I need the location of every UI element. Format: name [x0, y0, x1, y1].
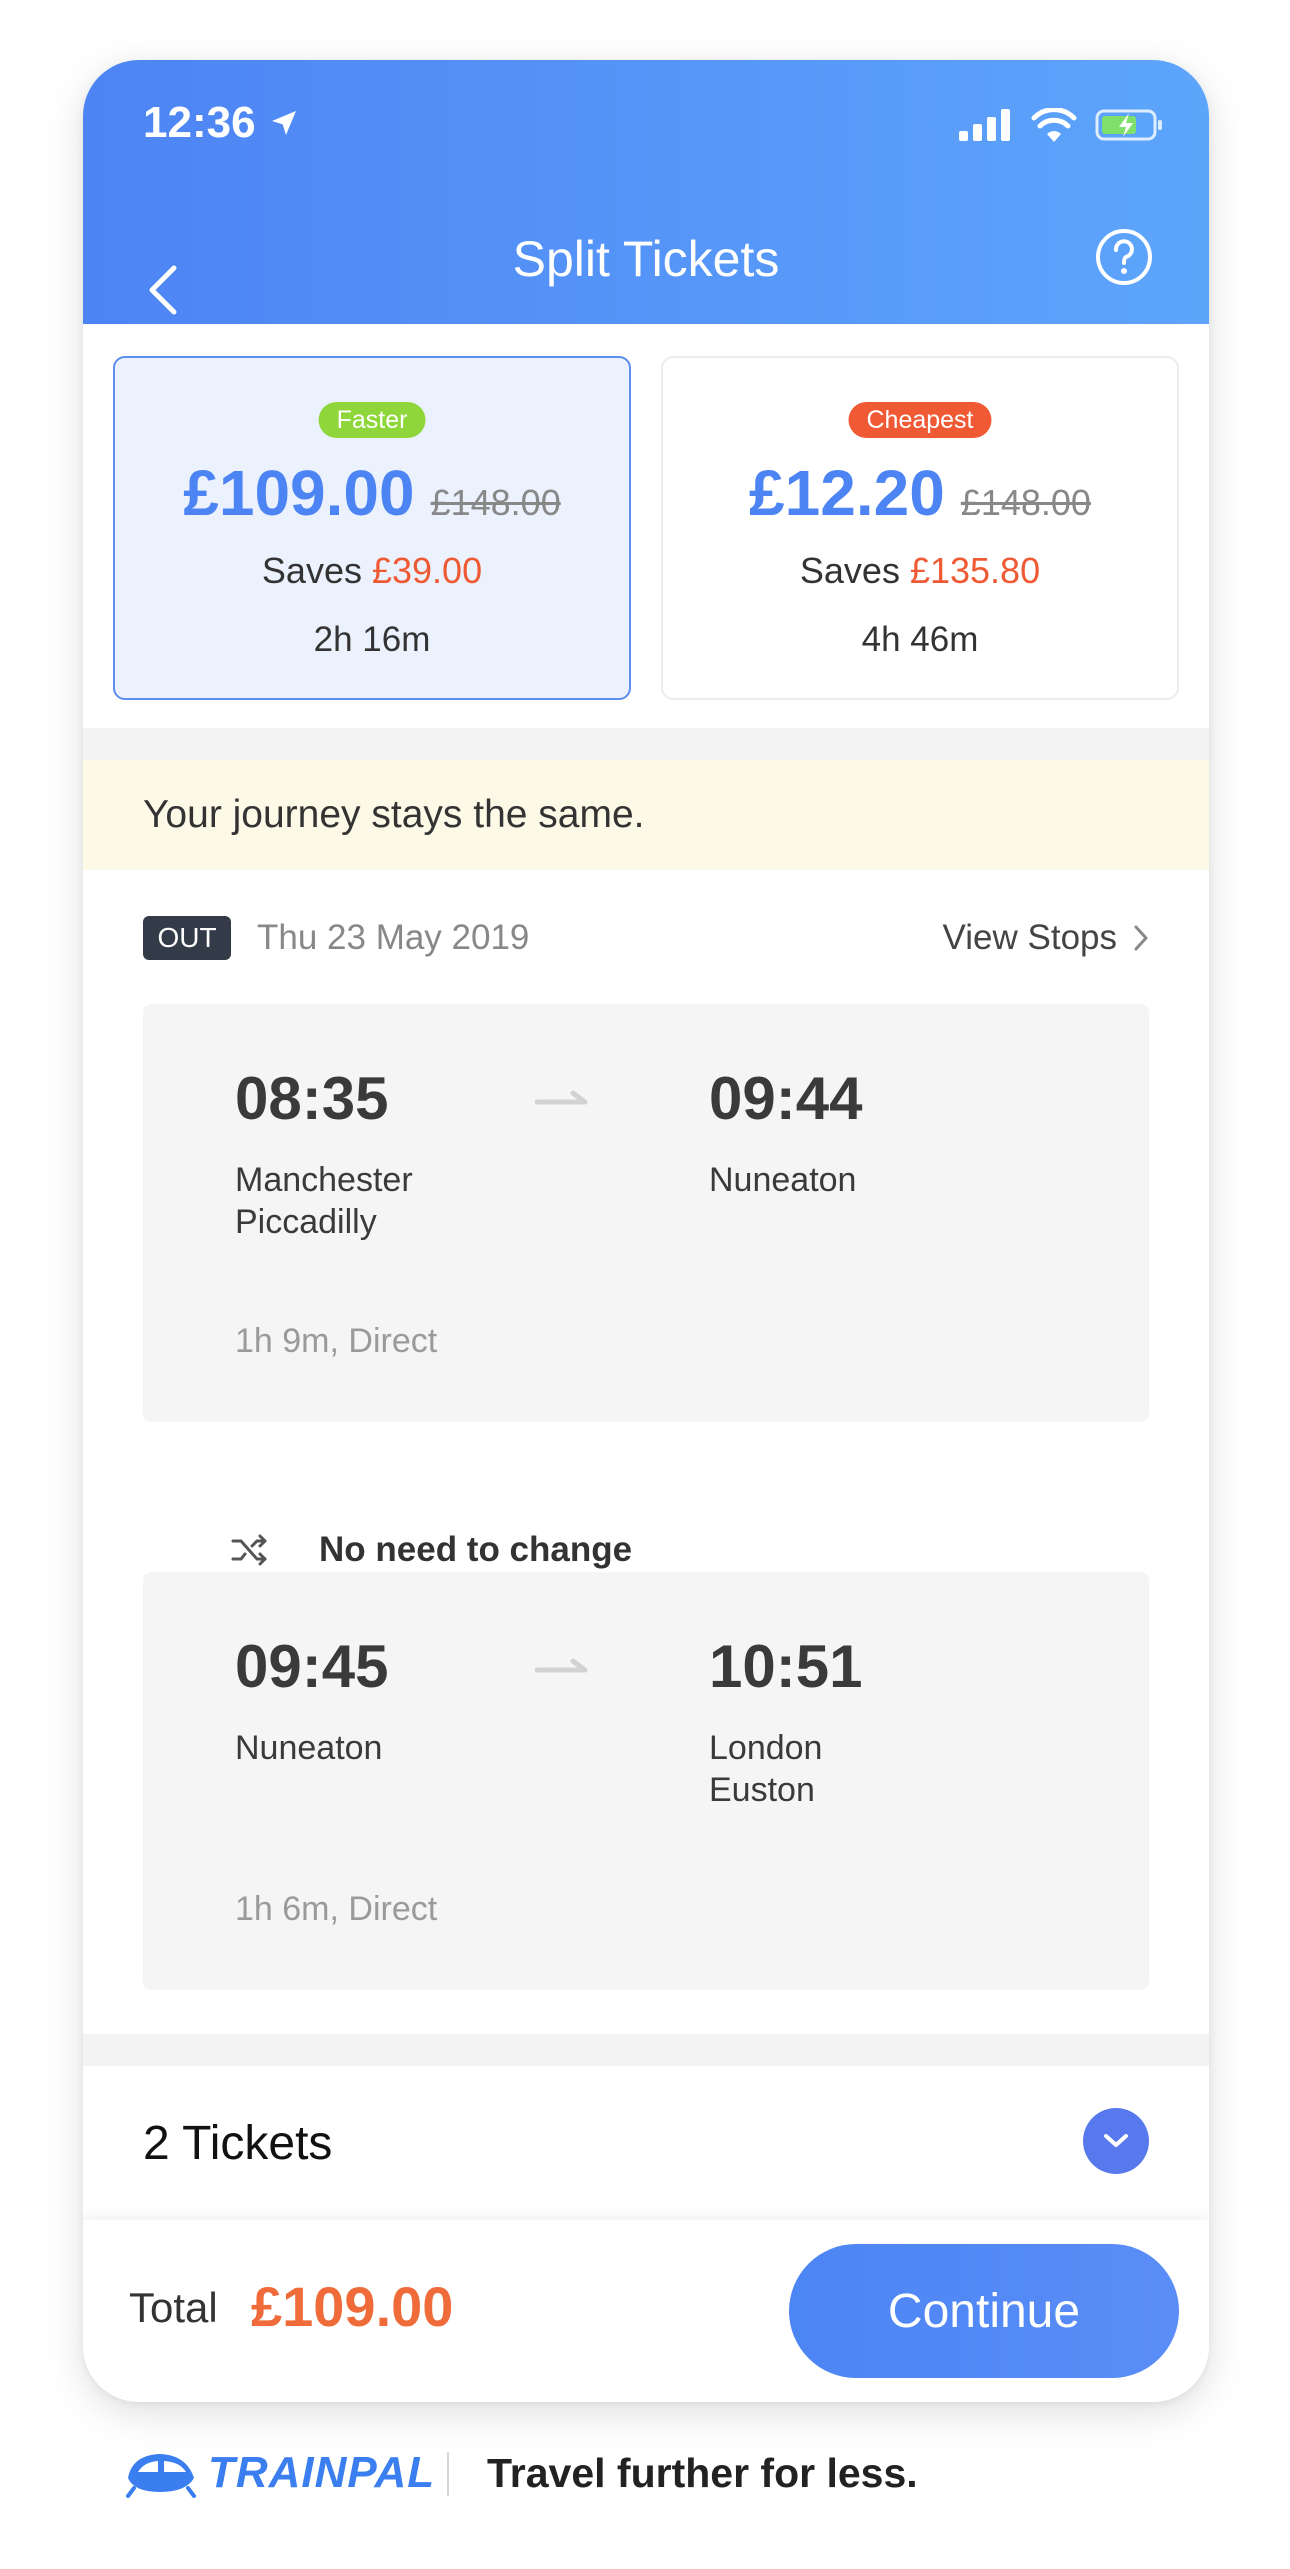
arrow-right-icon — [535, 1090, 588, 1105]
fare-price-row: £109.00 £148.00 — [115, 456, 629, 530]
fare-saves-amount: £135.80 — [909, 550, 1041, 591]
continue-button[interactable]: Continue — [789, 2244, 1179, 2378]
fare-saves-label: Saves — [799, 550, 900, 591]
arrival-station-line1: Nuneaton — [709, 1161, 857, 1199]
section-divider — [83, 728, 1209, 760]
section-divider — [83, 2034, 1209, 2066]
journey-leg-1: 08:35 09:44 Manchester Piccadilly Nuneat… — [143, 1004, 1149, 1422]
arrival-station: Nuneaton — [709, 1159, 1009, 1201]
fare-badge: Faster — [318, 402, 426, 438]
wifi-icon — [1031, 108, 1077, 142]
cellular-signal-icon — [959, 109, 1010, 141]
departure-station: Nuneaton — [235, 1727, 535, 1769]
view-stops-label: View Stops — [942, 918, 1117, 957]
arrival-time: 10:51 — [709, 1633, 863, 1700]
fare-original-price: £148.00 — [430, 482, 561, 523]
question-circle-icon — [1096, 229, 1152, 285]
direction-badge: OUT — [143, 916, 231, 960]
leg-duration-info: 1h 9m, Direct — [235, 1322, 438, 1360]
departure-time: 09:45 — [235, 1633, 389, 1700]
departure-station-line1: Nuneaton — [235, 1729, 383, 1767]
tickets-title: 2 Tickets — [143, 2117, 333, 2170]
departure-time: 08:35 — [235, 1065, 389, 1132]
change-text: No need to change — [319, 1530, 633, 1569]
help-button[interactable] — [1095, 228, 1153, 286]
fare-saves: Saves £135.80 — [663, 550, 1177, 592]
shuffle-icon — [231, 1534, 267, 1566]
chevron-right-icon — [1134, 925, 1148, 951]
status-icons — [959, 108, 1165, 142]
expand-tickets-button[interactable] — [1083, 2108, 1149, 2174]
view-stops-link[interactable]: View Stops — [943, 916, 1149, 960]
journey-leg-2: 09:45 10:51 Nuneaton London Euston 1h 6m… — [143, 1572, 1149, 1990]
fare-original-price: £148.00 — [960, 482, 1091, 523]
departure-station-line2: Piccadilly — [235, 1203, 377, 1241]
fare-badge: Cheapest — [848, 402, 992, 438]
departure-station: Manchester Piccadilly — [235, 1159, 535, 1243]
fare-price: £12.20 — [749, 457, 945, 529]
brand-tagline: Travel further for less. — [487, 2450, 918, 2496]
checkout-bar: Total £109.00 Continue — [83, 2220, 1209, 2402]
fare-duration: 2h 16m — [313, 620, 431, 659]
arrival-time: 09:44 — [709, 1065, 863, 1132]
battery-charging-icon — [1095, 109, 1162, 141]
fare-duration: 4h 46m — [861, 620, 979, 659]
total-amount: £109.00 — [251, 2275, 454, 2338]
brand-name: TRAINPAL — [208, 2448, 436, 2497]
arrival-station-line1: London — [709, 1729, 823, 1767]
status-time-text: 12:36 — [143, 98, 256, 147]
header-bar: 12:36 Split Tickets — [83, 60, 1209, 324]
brand-divider — [447, 2452, 449, 2496]
arrival-station-line2: Euston — [709, 1771, 815, 1809]
status-time: 12:36 — [143, 98, 300, 148]
phone-screen: 12:36 Split Tickets Faster £109.00 £148.… — [83, 60, 1209, 2402]
departure-station-line1: Manchester — [235, 1161, 413, 1199]
total-label: Total — [129, 2284, 218, 2331]
brand-logo: TRAINPAL — [124, 2448, 435, 2498]
fare-price: £109.00 — [183, 457, 415, 529]
arrival-station: London Euston — [709, 1727, 1009, 1811]
fare-saves: Saves £39.00 — [115, 550, 629, 592]
fare-option-cheapest[interactable]: Cheapest £12.20 £148.00 Saves £135.80 4h… — [661, 356, 1179, 700]
page-title: Split Tickets — [512, 231, 780, 287]
tickets-section[interactable]: 2 Tickets — [83, 2066, 1209, 2216]
change-indicator: No need to change — [231, 1520, 632, 1580]
journey-date: Thu 23 May 2019 — [257, 918, 530, 957]
fare-price-row: £12.20 £148.00 — [663, 456, 1177, 530]
fare-saves-amount: £39.00 — [371, 550, 483, 591]
journey-notice: Your journey stays the same. — [83, 760, 1209, 870]
chevron-down-icon — [1104, 2134, 1128, 2147]
fare-option-faster[interactable]: Faster £109.00 £148.00 Saves £39.00 2h 1… — [113, 356, 631, 700]
fare-saves-label: Saves — [261, 550, 362, 591]
train-logo-icon — [126, 2454, 196, 2498]
location-arrow-icon — [271, 111, 296, 135]
leg-duration-info: 1h 6m, Direct — [235, 1890, 438, 1928]
arrow-right-icon — [535, 1658, 588, 1673]
